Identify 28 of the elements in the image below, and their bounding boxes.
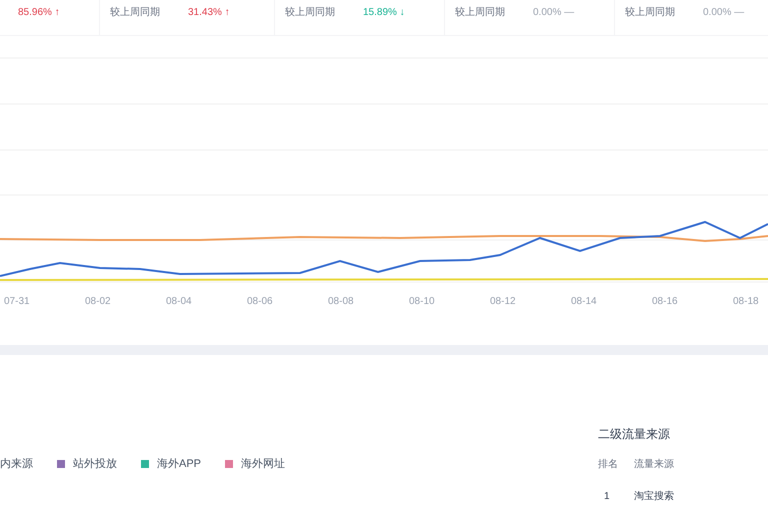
change-value: 31.43% ↑ — [188, 8, 230, 18]
axis-label: 08-16 — [652, 297, 678, 307]
column-header: 流量来源 — [634, 459, 674, 471]
axis-label: 08-18 — [733, 297, 759, 307]
axis-label: 07-31 — [4, 297, 30, 307]
comparison-label: 较上周同期 — [285, 8, 335, 18]
axis-label: 08-12 — [490, 297, 516, 307]
legend-label[interactable]: 海外网址 — [241, 456, 286, 472]
comparison-label: 较上周同期 — [455, 8, 505, 18]
comparison-label: 较上周同期 — [625, 8, 675, 18]
change-value: 0.00% — — [703, 8, 744, 18]
legend-label[interactable]: 内来源 — [0, 456, 33, 472]
legend-label[interactable]: 海外APP — [157, 456, 202, 472]
change-value: 0.00% — — [533, 8, 574, 18]
axis-label: 08-08 — [328, 297, 354, 307]
table-cell-text: 1 — [603, 491, 611, 503]
axis-label: 08-10 — [409, 297, 435, 307]
table-cell: 淘宝搜索 — [634, 491, 674, 503]
change-value: 15.89% ↓ — [363, 8, 405, 18]
comparison-label: 较上周同期 — [110, 8, 160, 18]
axis-label: 08-04 — [166, 297, 192, 307]
change-value: 85.96% ↑ — [18, 8, 60, 18]
section-title: 二级流量来源 — [598, 427, 671, 441]
axis-label: 08-06 — [247, 297, 273, 307]
legend-label[interactable]: 站外投放 — [73, 456, 117, 472]
axis-label: 08-14 — [571, 297, 597, 307]
column-header: 排名 — [598, 459, 619, 471]
axis-label: 08-02 — [85, 297, 111, 307]
